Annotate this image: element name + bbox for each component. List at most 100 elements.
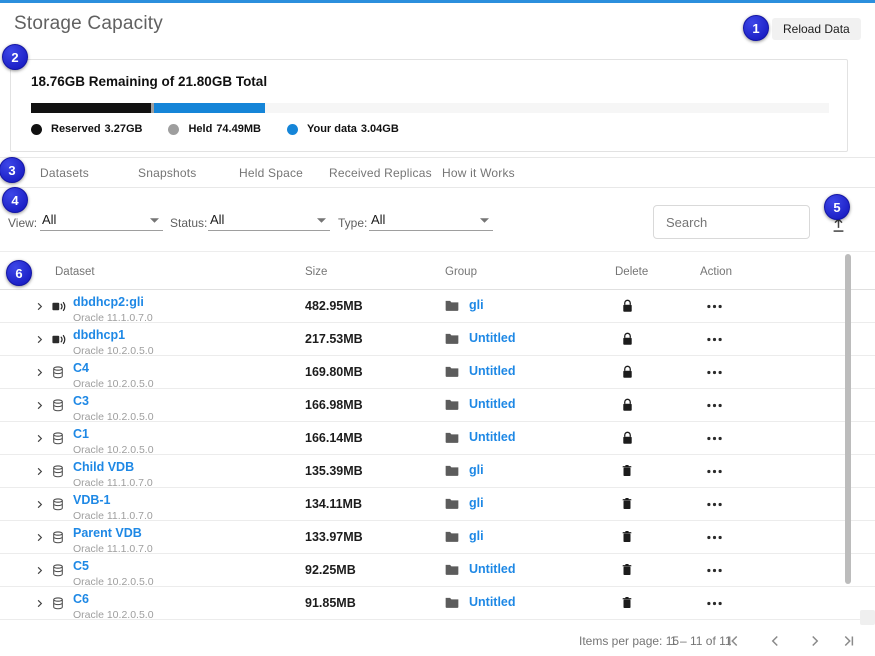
pagination-bar: Items per page: 15 1 – 11 of 11 [0,627,875,656]
capacity-segment-reserved [31,103,151,113]
group-link[interactable]: Untitled [469,331,516,345]
group-link[interactable]: Untitled [469,562,516,576]
last-page-icon[interactable] [840,632,858,650]
trash-icon[interactable] [622,563,632,576]
lock-icon[interactable] [622,299,633,313]
expand-chevron-icon[interactable] [34,301,45,312]
dataset-link[interactable]: C5 [73,559,89,573]
callout-3: 3 [0,157,25,183]
vdb-icon [52,597,64,610]
action-menu-button[interactable] [707,304,722,309]
expand-chevron-icon[interactable] [34,598,45,609]
dataset-link[interactable]: dbdhcp2:gli [73,295,144,309]
folder-icon [445,366,459,377]
capacity-summary: 18.76GB Remaining of 21.80GB Total [31,74,267,89]
group-cell: gli [445,529,484,543]
previous-page-icon[interactable] [766,632,784,650]
action-menu-button[interactable] [707,337,722,342]
dataset-link[interactable]: C4 [73,361,89,375]
table-row: C6Oracle 10.2.0.5.091.85MBUntitled [0,587,875,620]
table-header: Dataset Size Group Delete Action [0,252,875,290]
action-menu-button[interactable] [707,601,722,606]
reload-data-button[interactable]: Reload Data [772,18,861,40]
lock-icon[interactable] [622,398,633,412]
search-input[interactable] [653,205,810,239]
trash-icon[interactable] [622,464,632,477]
dataset-link[interactable]: dbdhcp1 [73,328,125,342]
status-filter-select[interactable]: All [208,209,330,231]
type-filter-select[interactable]: All [369,209,493,231]
group-link[interactable]: Untitled [469,595,516,609]
table-row: VDB-1Oracle 11.1.0.7.0134.11MBgli [0,488,875,521]
column-header-dataset: Dataset [55,266,95,278]
folder-icon [445,597,459,608]
group-link[interactable]: Untitled [469,430,516,444]
lock-icon[interactable] [622,431,633,445]
trash-icon[interactable] [622,596,632,609]
next-page-icon[interactable] [806,632,824,650]
lock-icon[interactable] [622,332,633,346]
action-menu-button[interactable] [707,436,722,441]
tab-received-replicas[interactable]: Received Replicas [329,166,432,180]
group-link[interactable]: gli [469,298,484,312]
folder-icon [445,498,459,509]
trash-icon[interactable] [622,497,632,510]
action-menu-button[interactable] [707,370,722,375]
vdb-icon [52,399,64,412]
lock-icon[interactable] [622,365,633,379]
dataset-link[interactable]: VDB-1 [73,493,111,507]
table-row: dbdhcp1Oracle 10.2.0.5.0217.53MBUntitled [0,323,875,356]
dataset-link[interactable]: Child VDB [73,460,134,474]
first-page-icon[interactable] [724,632,742,650]
callout-4: 4 [2,187,28,213]
folder-icon [445,333,459,344]
group-link[interactable]: Untitled [469,397,516,411]
scrollbar-corner [860,610,875,625]
expand-chevron-icon[interactable] [34,400,45,411]
chevron-down-icon [480,218,489,223]
dataset-link[interactable]: C6 [73,592,89,606]
capacity-legend: Reserved 3.27GB Held 74.49MB Your data 3… [31,123,399,135]
tab-datasets[interactable]: Datasets [40,166,89,180]
expand-chevron-icon[interactable] [34,565,45,576]
dataset-link[interactable]: C1 [73,427,89,441]
expand-chevron-icon[interactable] [34,499,45,510]
action-menu-button[interactable] [707,535,722,540]
group-link[interactable]: gli [469,463,484,477]
action-menu-button[interactable] [707,469,722,474]
expand-chevron-icon[interactable] [34,532,45,543]
column-header-group: Group [445,266,477,278]
action-menu-button[interactable] [707,403,722,408]
group-link[interactable]: Untitled [469,364,516,378]
vertical-scrollbar[interactable] [845,254,851,584]
folder-icon [445,300,459,311]
storage-capacity-page: Storage Capacity Reload Data 1 2 3 4 5 6… [0,0,875,656]
folder-icon [445,399,459,410]
vdb-icon [52,366,64,379]
table-row: C3Oracle 10.2.0.5.0166.98MBUntitled [0,389,875,422]
expand-chevron-icon[interactable] [34,334,45,345]
reserved-dot-icon [31,124,42,135]
group-link[interactable]: gli [469,529,484,543]
expand-chevron-icon[interactable] [34,367,45,378]
dataset-link[interactable]: C3 [73,394,89,408]
capacity-card: 18.76GB Remaining of 21.80GB Total Reser… [10,59,848,152]
action-menu-button[interactable] [707,502,722,507]
tab-snapshots[interactable]: Snapshots [138,166,197,180]
capacity-segment-your-data [154,103,265,113]
trash-icon[interactable] [622,530,632,543]
action-menu-button[interactable] [707,568,722,573]
dataset-size: 169.80MB [305,365,363,379]
table-row: dbdhcp2:gliOracle 11.1.0.7.0482.95MBgli [0,290,875,323]
page-range-label: 1 – 11 of 11 [670,634,732,648]
callout-6: 6 [6,260,32,286]
tab-held-space[interactable]: Held Space [239,166,303,180]
expand-chevron-icon[interactable] [34,433,45,444]
dsource-icon [52,333,67,346]
tab-how-it-works[interactable]: How it Works [442,166,515,180]
view-filter-select[interactable]: All [40,209,163,231]
dataset-link[interactable]: Parent VDB [73,526,142,540]
expand-chevron-icon[interactable] [34,466,45,477]
items-per-page[interactable]: Items per page: 15 [579,634,679,648]
group-link[interactable]: gli [469,496,484,510]
